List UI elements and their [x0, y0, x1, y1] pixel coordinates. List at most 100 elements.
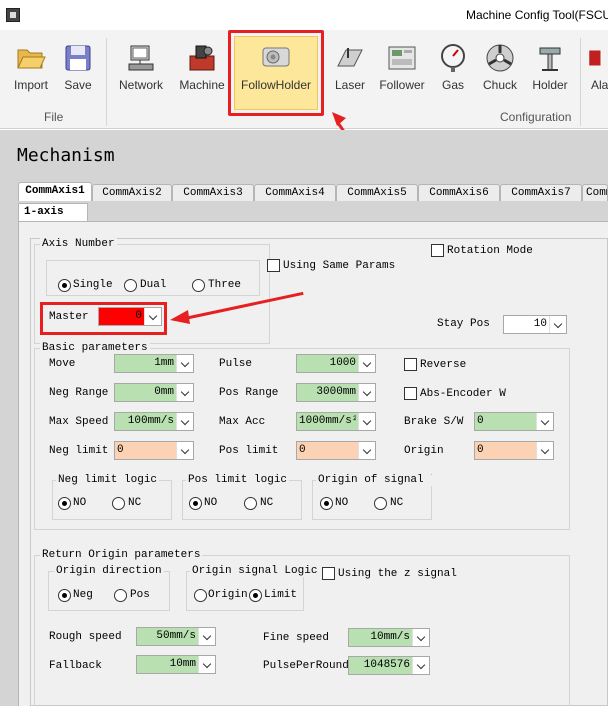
pulse-per-round-select[interactable]: 1048576 — [348, 656, 430, 675]
pos-logic-nc-label: NC — [260, 497, 274, 509]
chevron-down-icon — [358, 384, 375, 401]
gauge-icon — [441, 44, 465, 72]
import-button[interactable]: Import — [6, 40, 56, 100]
pos-range-select[interactable]: 3000mm — [296, 383, 376, 402]
stay-pos-select[interactable]: 10 — [503, 315, 567, 334]
machine-icon — [189, 45, 215, 71]
tab-commaxis5[interactable]: CommAxis5 — [336, 184, 418, 201]
pulse-select[interactable]: 1000 — [296, 354, 376, 373]
fallback-select[interactable]: 10mm — [136, 655, 216, 674]
rough-speed-select[interactable]: 50mm/s — [136, 627, 216, 646]
signal-logic-title: Origin signal Logic — [190, 565, 320, 577]
signal-origin-radio[interactable] — [194, 589, 207, 602]
origin-direction-title: Origin direction — [54, 565, 164, 577]
app-icon — [6, 8, 20, 22]
holder-icon — [539, 47, 561, 71]
reverse-checkbox[interactable] — [404, 358, 417, 371]
max-speed-select[interactable]: 100mm/s — [114, 412, 194, 431]
chevron-down-icon — [176, 355, 193, 372]
single-radio[interactable] — [58, 279, 71, 292]
alarm-button[interactable]: Ala — [588, 40, 608, 100]
tab-commaxis7[interactable]: CommAxis7 — [500, 184, 582, 201]
save-button[interactable]: Save — [56, 40, 100, 100]
title-bar: Machine Config Tool(FSCU — [0, 0, 608, 30]
move-label: Move — [49, 358, 76, 370]
neg-range-select[interactable]: 0mm — [114, 383, 194, 402]
pos-limit-logic-title: Pos limit logic — [186, 474, 290, 486]
ribbon-separator — [580, 38, 581, 126]
reverse-label: Reverse — [420, 359, 467, 371]
brake-select[interactable]: 0 — [474, 412, 554, 431]
neg-logic-no-label: NO — [73, 497, 87, 509]
laser-button[interactable]: Laser — [328, 40, 372, 100]
page-title: Mechanism — [17, 145, 115, 166]
neg-limit-select[interactable]: 0 — [114, 441, 194, 460]
follower-button[interactable]: Follower — [376, 40, 428, 100]
direction-pos-radio[interactable] — [114, 589, 127, 602]
gas-button[interactable]: Gas — [434, 40, 472, 100]
pos-logic-no-radio[interactable] — [189, 497, 202, 510]
max-acc-select[interactable]: 1000mm/s² — [296, 412, 376, 431]
neg-logic-no-radio[interactable] — [58, 497, 71, 510]
return-origin-title: Return Origin parameters — [40, 549, 203, 561]
direction-neg-radio[interactable] — [58, 589, 71, 602]
three-radio[interactable] — [192, 279, 205, 292]
chevron-down-icon — [176, 413, 193, 430]
floppy-disk-icon — [65, 45, 91, 71]
network-button[interactable]: Network — [114, 40, 168, 100]
abs-encoder-checkbox[interactable] — [404, 387, 417, 400]
tab-commaxis4[interactable]: CommAxis4 — [254, 184, 336, 201]
holder-button[interactable]: Holder — [528, 40, 572, 100]
signal-limit-radio[interactable] — [249, 589, 262, 602]
same-params-checkbox[interactable] — [267, 259, 280, 272]
chuck-button[interactable]: Chuck — [478, 40, 522, 100]
pos-limit-select[interactable]: 0 — [296, 441, 376, 460]
move-select[interactable]: 1mm — [114, 354, 194, 373]
abs-encoder-label: Abs-Encoder W — [420, 388, 506, 400]
holder-label: Holder — [532, 78, 568, 92]
neg-limit-logic-title: Neg limit logic — [56, 474, 160, 486]
tab-commaxis3[interactable]: CommAxis3 — [172, 184, 254, 201]
origin-select[interactable]: 0 — [474, 441, 554, 460]
origin-logic-title: Origin of signal lo — [316, 474, 432, 486]
fine-speed-label: Fine speed — [263, 632, 330, 644]
tab-commaxis8[interactable]: CommAxis8 — [582, 184, 608, 201]
tab-commaxis2[interactable]: CommAxis2 — [92, 184, 172, 201]
machine-button[interactable]: Machine — [176, 40, 228, 100]
folder-open-icon — [17, 49, 46, 69]
max-speed-label: Max Speed — [49, 416, 109, 428]
pos-limit-label: Pos limit — [219, 445, 279, 457]
tab-commaxis6[interactable]: CommAxis6 — [418, 184, 500, 201]
tab-commaxis1[interactable]: CommAxis1 — [18, 182, 92, 201]
subtab-1-axis[interactable]: 1-axis — [18, 203, 88, 221]
origin-logic-no-radio[interactable] — [320, 497, 333, 510]
chuck-label: Chuck — [482, 78, 517, 92]
direction-neg-label: Neg — [73, 589, 93, 601]
gas-label: Gas — [441, 78, 464, 92]
same-params-label: Using Same Params — [283, 260, 396, 272]
origin-logic-nc-radio[interactable] — [374, 497, 387, 510]
neg-logic-nc-label: NC — [128, 497, 142, 509]
chevron-down-icon — [198, 628, 215, 645]
chevron-down-icon — [358, 413, 375, 430]
max-speed-value: 100mm/s — [117, 415, 174, 427]
single-label: Single — [73, 279, 113, 291]
fine-speed-select[interactable]: 10mm/s — [348, 628, 430, 647]
chevron-down-icon — [412, 657, 429, 674]
pos-logic-nc-radio[interactable] — [244, 497, 257, 510]
origin-value: 0 — [477, 444, 484, 456]
pos-range-value: 3000mm — [299, 386, 356, 398]
chuck-icon — [486, 44, 514, 72]
rotation-mode-checkbox[interactable] — [431, 244, 444, 257]
dual-radio[interactable] — [124, 279, 137, 292]
fine-speed-value: 10mm/s — [351, 631, 410, 643]
signal-limit-label: Limit — [264, 589, 298, 601]
configuration-group-label: Configuration — [500, 110, 572, 124]
pulse-value: 1000 — [299, 357, 356, 369]
pos-range-label: Pos Range — [219, 387, 279, 399]
direction-pos-label: Pos — [130, 589, 150, 601]
machine-label: Machine — [179, 78, 225, 92]
neg-logic-nc-radio[interactable] — [112, 497, 125, 510]
laser-label: Laser — [334, 78, 366, 92]
use-z-signal-checkbox[interactable] — [322, 567, 335, 580]
